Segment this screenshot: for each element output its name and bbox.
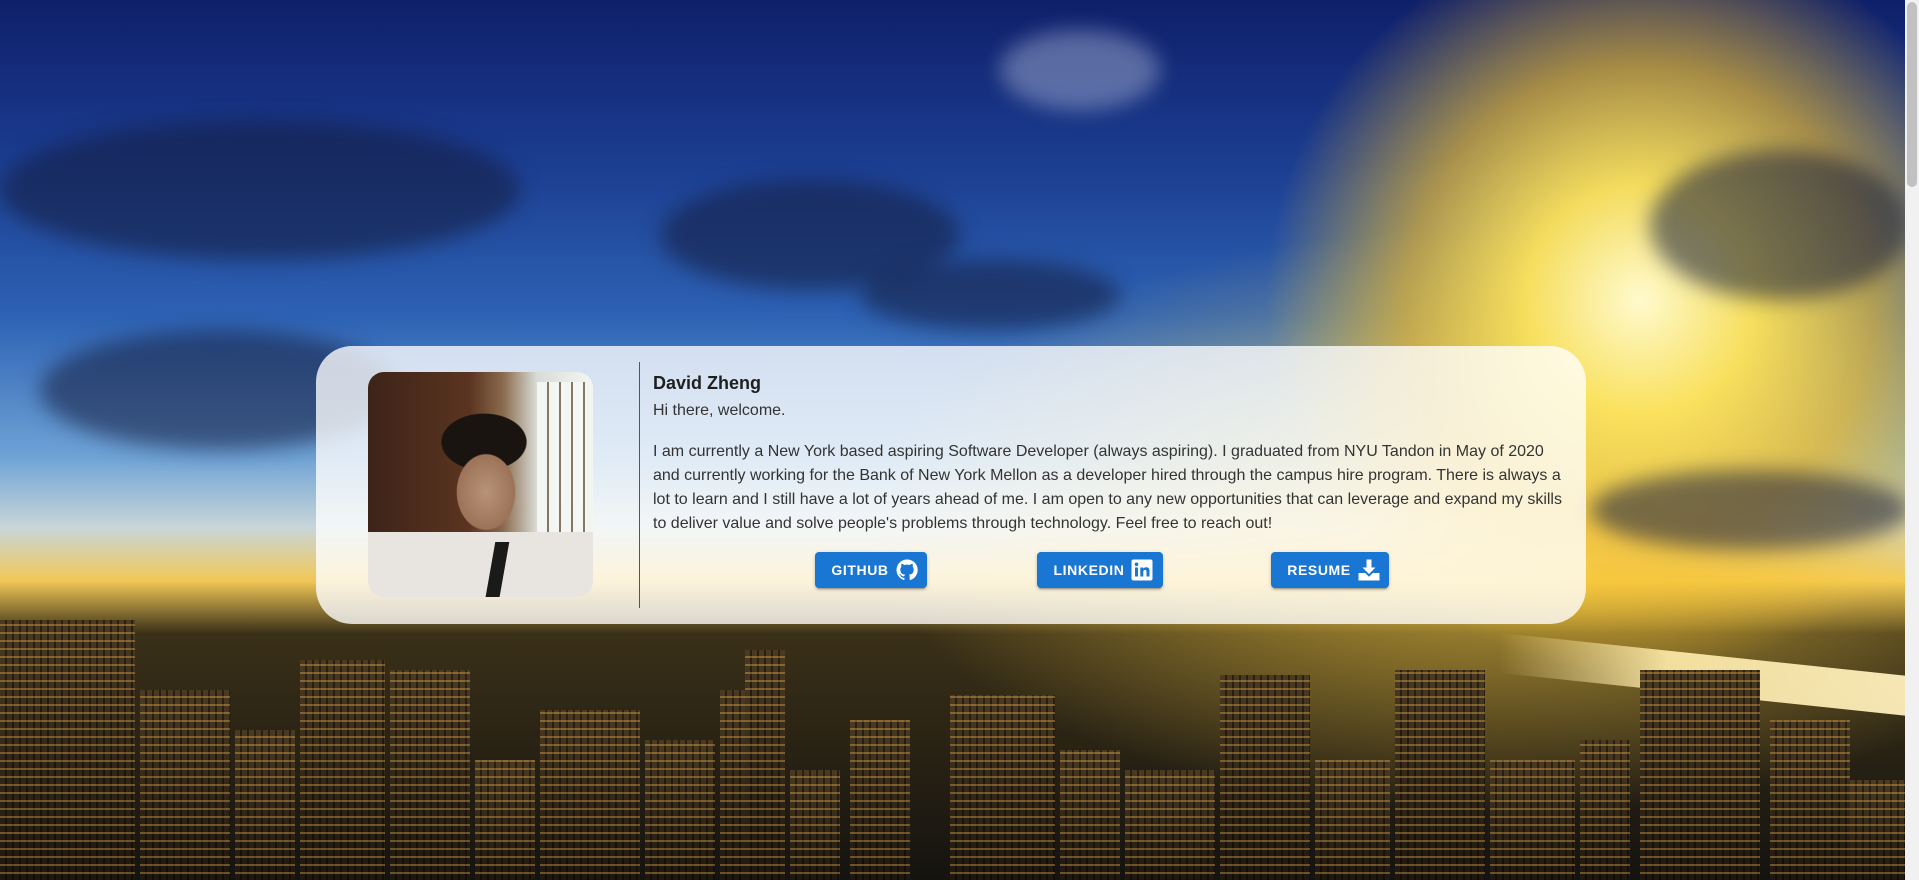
bio-text: I am currently a New York based aspiring…: [653, 443, 1562, 532]
skyline: [0, 600, 1919, 880]
download-icon: [1357, 558, 1381, 582]
profile-name: David Zheng: [653, 373, 762, 393]
cloud: [860, 260, 1120, 330]
cloud: [1000, 30, 1160, 110]
greeting-text: Hi there, welcome.: [653, 402, 786, 419]
profile-photo: [368, 372, 593, 597]
linkedin-button[interactable]: LINKEDIN: [1037, 552, 1163, 588]
github-button[interactable]: GITHUB: [815, 552, 927, 588]
cloud: [0, 120, 520, 260]
page: David Zheng Hi there, welcome. I am curr…: [0, 0, 1919, 880]
link-buttons: GITHUB LINKEDIN RESUME: [653, 552, 1571, 588]
linkedin-icon: [1130, 558, 1154, 582]
linkedin-label: LINKEDIN: [1053, 562, 1125, 578]
resume-button[interactable]: RESUME: [1271, 552, 1389, 588]
github-label: GITHUB: [831, 562, 889, 578]
cloud: [1650, 150, 1910, 300]
profile-card: David Zheng Hi there, welcome. I am curr…: [316, 346, 1586, 624]
cloud: [1590, 470, 1910, 550]
vertical-divider: [639, 362, 640, 608]
scrollbar-thumb[interactable]: [1907, 2, 1917, 187]
github-icon: [895, 558, 919, 582]
profile-content: David Zheng Hi there, welcome. I am curr…: [653, 370, 1571, 536]
page-scrollbar[interactable]: [1905, 0, 1919, 880]
resume-label: RESUME: [1287, 562, 1351, 578]
